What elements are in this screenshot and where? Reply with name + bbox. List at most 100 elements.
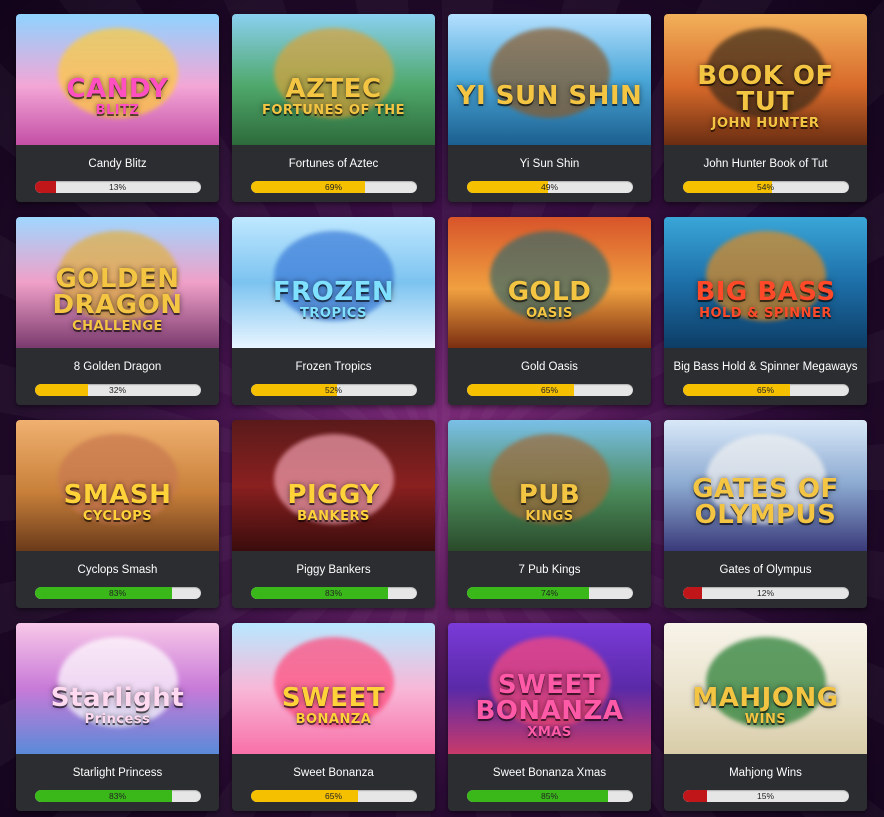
game-logo-subtext: JOHN HUNTER xyxy=(711,116,820,131)
game-logo: CANDY BLITZ xyxy=(61,76,175,117)
game-logo-text: GOLD xyxy=(507,277,592,307)
game-title: Gold Oasis xyxy=(521,361,578,373)
game-card[interactable]: GATES OF OLYMPUS Gates of Olympus 12% xyxy=(664,420,867,608)
rtp-progress-bar: 69% xyxy=(250,181,417,193)
game-logo-text: FROZEN xyxy=(272,277,395,307)
game-card[interactable]: CANDY BLITZ Candy Blitz 13% xyxy=(16,14,219,202)
game-title: Yi Sun Shin xyxy=(519,158,580,170)
rtp-percent-label: 49% xyxy=(540,182,558,192)
game-logo: BIG BASS HOLD & SPINNER xyxy=(689,279,841,320)
game-thumbnail[interactable]: GOLD OASIS xyxy=(448,217,651,348)
game-thumbnail[interactable]: BIG BASS HOLD & SPINNER xyxy=(664,217,867,348)
rtp-percent-label: 83% xyxy=(108,588,126,598)
game-thumbnail[interactable]: YI SUN SHIN xyxy=(448,14,651,145)
rtp-percent-label: 83% xyxy=(324,588,342,598)
rtp-progress-bar: 83% xyxy=(34,587,201,599)
game-card[interactable]: YI SUN SHIN Yi Sun Shin 49% xyxy=(448,14,651,202)
rtp-progress-bar: 49% xyxy=(466,181,633,193)
game-card[interactable]: PIGGY BANKERS Piggy Bankers 83% xyxy=(232,420,435,608)
game-title: Candy Blitz xyxy=(88,158,147,170)
rtp-percent-label: 13% xyxy=(108,182,126,192)
game-thumbnail[interactable]: GOLDEN DRAGON CHALLENGE xyxy=(16,217,219,348)
rtp-progress-bar: 52% xyxy=(250,384,417,396)
game-logo-text: PIGGY xyxy=(287,480,380,510)
game-thumbnail[interactable]: GATES OF OLYMPUS xyxy=(664,420,867,551)
game-logo-text: Starlight xyxy=(50,683,185,713)
game-logo-subtext: BANKERS xyxy=(297,509,370,524)
rtp-progress-bar: 65% xyxy=(682,384,849,396)
game-logo-subtext: CHALLENGE xyxy=(72,319,163,334)
game-card[interactable]: MAHJONG WINS Mahjong Wins 15% xyxy=(664,623,867,811)
rtp-progress-bar: 83% xyxy=(250,587,417,599)
game-logo-text: MAHJONG xyxy=(692,683,839,713)
game-thumbnail[interactable]: AZTEC FORTUNES OF THE xyxy=(232,14,435,145)
rtp-percent-label: 32% xyxy=(108,385,126,395)
game-logo-subtext: XMAS xyxy=(527,725,572,740)
game-logo-subtext: WINS xyxy=(744,712,787,727)
game-thumbnail[interactable]: Starlight Princess xyxy=(16,623,219,754)
rtp-progress-bar: 65% xyxy=(466,384,633,396)
game-logo-text: AZTEC xyxy=(285,74,382,104)
rtp-progress-bar: 83% xyxy=(34,790,201,802)
game-logo-subtext: HOLD & SPINNER xyxy=(699,306,832,321)
game-title: Gates of Olympus xyxy=(719,564,812,576)
game-logo: SMASH CYCLOPS xyxy=(58,482,178,523)
game-grid: CANDY BLITZ Candy Blitz 13% AZTEC FORTUNES OF… xyxy=(16,14,867,811)
rtp-percent-label: 15% xyxy=(756,791,774,801)
game-thumbnail[interactable]: FROZEN TROPICS xyxy=(232,217,435,348)
game-thumbnail[interactable]: PUB KINGS xyxy=(448,420,651,551)
game-thumbnail[interactable]: PIGGY BANKERS xyxy=(232,420,435,551)
game-logo-subtext: BLITZ xyxy=(95,103,140,118)
game-thumbnail[interactable]: CANDY BLITZ xyxy=(16,14,219,145)
rtp-percent-label: 69% xyxy=(324,182,342,192)
game-card[interactable]: SWEET BONANZA XMAS Sweet Bonanza Xmas 85% xyxy=(448,623,651,811)
game-thumbnail[interactable]: SMASH CYCLOPS xyxy=(16,420,219,551)
rtp-percent-label: 65% xyxy=(756,385,774,395)
game-title: Fortunes of Aztec xyxy=(288,158,379,170)
game-card[interactable]: BIG BASS HOLD & SPINNER Big Bass Hold & Sp… xyxy=(664,217,867,405)
game-logo: MAHJONG WINS xyxy=(686,685,844,726)
game-card[interactable]: AZTEC FORTUNES OF THE Fortunes of Aztec 69% xyxy=(232,14,435,202)
game-title: Big Bass Hold & Spinner Megaways xyxy=(673,361,858,373)
rtp-percent-label: 65% xyxy=(324,791,342,801)
game-logo: GATES OF OLYMPUS xyxy=(664,476,867,530)
rtp-percent-label: 65% xyxy=(540,385,558,395)
game-title: 7 Pub Kings xyxy=(518,564,581,576)
game-logo: YI SUN SHIN xyxy=(451,83,649,111)
game-logo-text: BIG BASS xyxy=(695,277,836,307)
game-card[interactable]: PUB KINGS 7 Pub Kings 74% xyxy=(448,420,651,608)
game-thumbnail[interactable]: BOOK OF TUT JOHN HUNTER xyxy=(664,14,867,145)
game-card[interactable]: Starlight Princess Starlight Princess 83% xyxy=(16,623,219,811)
rtp-progress-bar: 85% xyxy=(466,790,633,802)
rtp-progress-bar: 54% xyxy=(682,181,849,193)
rtp-progress-bar: 12% xyxy=(682,587,849,599)
rtp-progress-bar: 65% xyxy=(250,790,417,802)
game-logo-subtext: KINGS xyxy=(525,509,574,524)
rtp-percent-label: 83% xyxy=(108,791,126,801)
game-logo: SWEET BONANZA XMAS xyxy=(448,672,651,739)
rtp-percent-label: 74% xyxy=(540,588,558,598)
game-thumbnail[interactable]: MAHJONG WINS xyxy=(664,623,867,754)
game-logo-subtext: OASIS xyxy=(526,306,573,321)
rtp-percent-label: 54% xyxy=(756,182,774,192)
game-logo-subtext: CYCLOPS xyxy=(82,509,153,524)
game-card[interactable]: GOLDEN DRAGON CHALLENGE 8 Golden Dragon 32% xyxy=(16,217,219,405)
game-title: John Hunter Book of Tut xyxy=(703,158,828,170)
game-card[interactable]: SMASH CYCLOPS Cyclops Smash 83% xyxy=(16,420,219,608)
game-card[interactable]: BOOK OF TUT JOHN HUNTER John Hunter Book o… xyxy=(664,14,867,202)
game-logo-text: BOOK OF TUT xyxy=(697,61,834,117)
game-card[interactable]: FROZEN TROPICS Frozen Tropics 52% xyxy=(232,217,435,405)
game-thumbnail[interactable]: SWEET BONANZA XMAS xyxy=(448,623,651,754)
game-title: Starlight Princess xyxy=(72,767,163,779)
game-logo: PIGGY BANKERS xyxy=(281,482,385,523)
rtp-progress-bar: 74% xyxy=(466,587,633,599)
rtp-progress-bar: 32% xyxy=(34,384,201,396)
game-title: Cyclops Smash xyxy=(77,564,158,576)
game-card[interactable]: SWEET BONANZA Sweet Bonanza 65% xyxy=(232,623,435,811)
game-card[interactable]: GOLD OASIS Gold Oasis 65% xyxy=(448,217,651,405)
game-logo-text: GOLDEN DRAGON xyxy=(52,264,183,320)
game-logo-subtext: Princess xyxy=(84,712,151,727)
game-logo: GOLD OASIS xyxy=(502,279,598,320)
game-logo-subtext: FORTUNES OF THE xyxy=(261,103,406,118)
game-thumbnail[interactable]: SWEET BONANZA xyxy=(232,623,435,754)
